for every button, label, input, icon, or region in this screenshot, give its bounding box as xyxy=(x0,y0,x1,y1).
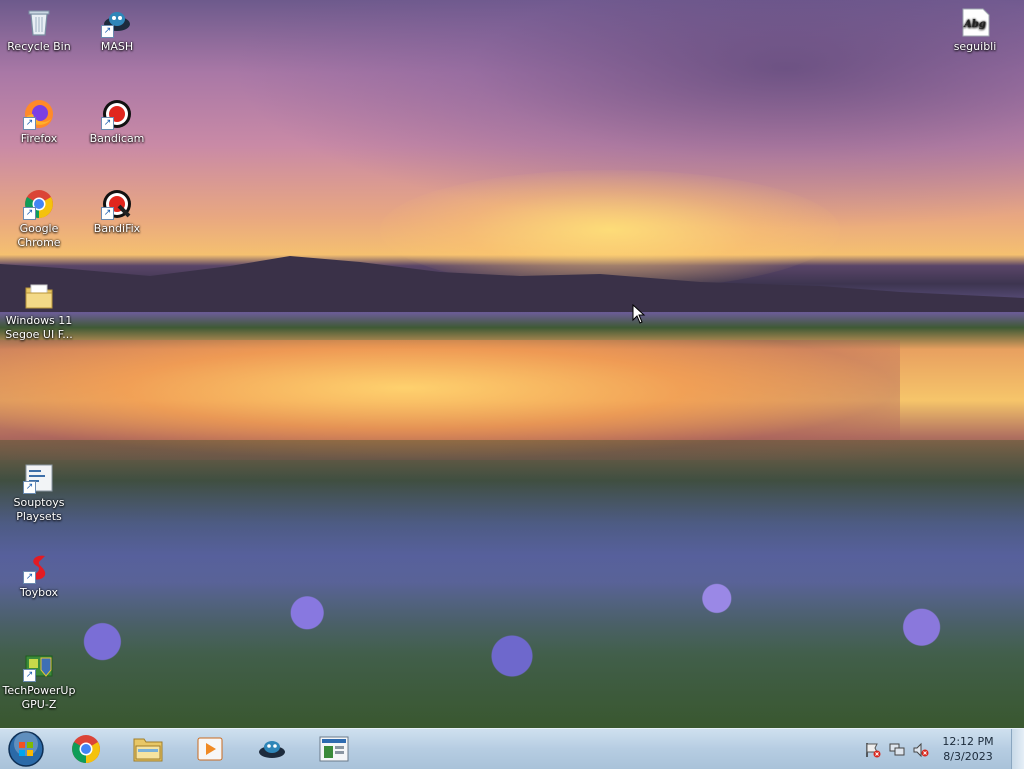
desktop[interactable]: Recycle Bin ↗ MASH Abg seguibli ↗ Firefo… xyxy=(0,0,1024,728)
network-icon[interactable] xyxy=(888,742,906,758)
control-panel-icon xyxy=(319,736,349,762)
shortcut-arrow-icon: ↗ xyxy=(23,117,36,130)
souptoys-icon: ↗ xyxy=(23,462,55,494)
shortcut-arrow-icon: ↗ xyxy=(23,669,36,682)
taskbar-clock[interactable]: 12:12 PM 8/3/2023 xyxy=(938,734,998,764)
desktop-icon-label: TechPowerUp GPU-Z xyxy=(2,684,76,711)
wallpaper-flowers xyxy=(0,440,1024,728)
desktop-icon-label: Google Chrome xyxy=(17,222,61,249)
desktop-icon-label: Toybox xyxy=(20,586,58,599)
desktop-icon-label: BandiFix xyxy=(93,222,141,235)
desktop-icon-firefox[interactable]: ↗ Firefox xyxy=(2,98,76,146)
clock-date: 8/3/2023 xyxy=(943,750,993,763)
folder-icon xyxy=(23,280,55,312)
font-file-icon: Abg xyxy=(959,6,991,38)
clock-time: 12:12 PM xyxy=(942,735,994,748)
desktop-icon-recycle-bin[interactable]: Recycle Bin xyxy=(2,6,76,54)
volume-muted-icon[interactable] xyxy=(912,742,930,758)
shortcut-arrow-icon: ↗ xyxy=(101,207,114,220)
bandifix-icon: ↗ xyxy=(101,188,133,220)
folder-icon xyxy=(133,738,163,762)
show-desktop-button[interactable] xyxy=(1011,729,1024,769)
media-player-icon xyxy=(197,737,223,761)
toybox-icon: ↗ xyxy=(23,552,55,584)
desktop-icon-label: Windows 11 Segoe UI F... xyxy=(5,314,73,341)
taskbar-media-player[interactable] xyxy=(186,732,234,766)
taskbar-mash[interactable] xyxy=(248,732,296,766)
taskbar: 12:12 PM 8/3/2023 xyxy=(0,728,1024,769)
shortcut-arrow-icon: ↗ xyxy=(101,25,114,38)
taskbar-chrome[interactable] xyxy=(62,732,110,766)
chrome-icon xyxy=(72,735,100,763)
shortcut-arrow-icon: ↗ xyxy=(23,571,36,584)
taskbar-file-explorer[interactable] xyxy=(124,732,172,766)
windows-orb-icon xyxy=(8,731,44,767)
taskbar-control-panel[interactable] xyxy=(310,732,358,766)
desktop-icon-label: MASH xyxy=(100,40,134,53)
shortcut-arrow-icon: ↗ xyxy=(101,117,114,130)
desktop-icon-label: Recycle Bin xyxy=(7,40,71,53)
desktop-icon-bandicam[interactable]: ↗ Bandicam xyxy=(80,98,154,146)
action-center-flag-icon[interactable] xyxy=(864,742,882,758)
desktop-icon-gpu-z[interactable]: ↗ TechPowerUp GPU-Z xyxy=(2,650,76,712)
shortcut-arrow-icon: ↗ xyxy=(23,481,36,494)
system-tray xyxy=(864,741,930,759)
desktop-icon-souptoys[interactable]: ↗ Souptoys Playsets xyxy=(2,462,76,524)
bandicam-icon: ↗ xyxy=(101,98,133,130)
wallpaper-mountains xyxy=(0,256,1024,312)
desktop-icon-seguibli[interactable]: Abg seguibli xyxy=(938,6,1012,54)
start-button[interactable] xyxy=(2,731,50,767)
desktop-icon-label: Bandicam xyxy=(89,132,145,145)
desktop-icon-windows11-segoe[interactable]: Windows 11 Segoe UI F... xyxy=(2,280,76,342)
desktop-icon-label: Firefox xyxy=(20,132,58,145)
desktop-icon-mash[interactable]: ↗ MASH xyxy=(80,6,154,54)
gpu-z-icon: ↗ xyxy=(23,650,55,682)
mash-icon: ↗ xyxy=(101,6,133,38)
desktop-icon-toybox[interactable]: ↗ Toybox xyxy=(2,552,76,600)
desktop-icon-bandifix[interactable]: ↗ BandiFix xyxy=(80,188,154,236)
recycle-bin-icon xyxy=(23,6,55,38)
svg-text:Abg: Abg xyxy=(963,19,986,30)
mouse-cursor-icon xyxy=(632,304,646,324)
mash-icon xyxy=(259,741,285,758)
desktop-icon-label: Souptoys Playsets xyxy=(13,496,65,523)
desktop-icon-google-chrome[interactable]: ↗ Google Chrome xyxy=(2,188,76,250)
shortcut-arrow-icon: ↗ xyxy=(23,207,36,220)
chrome-icon: ↗ xyxy=(23,188,55,220)
firefox-icon: ↗ xyxy=(23,98,55,130)
desktop-icon-label: seguibli xyxy=(953,40,997,53)
